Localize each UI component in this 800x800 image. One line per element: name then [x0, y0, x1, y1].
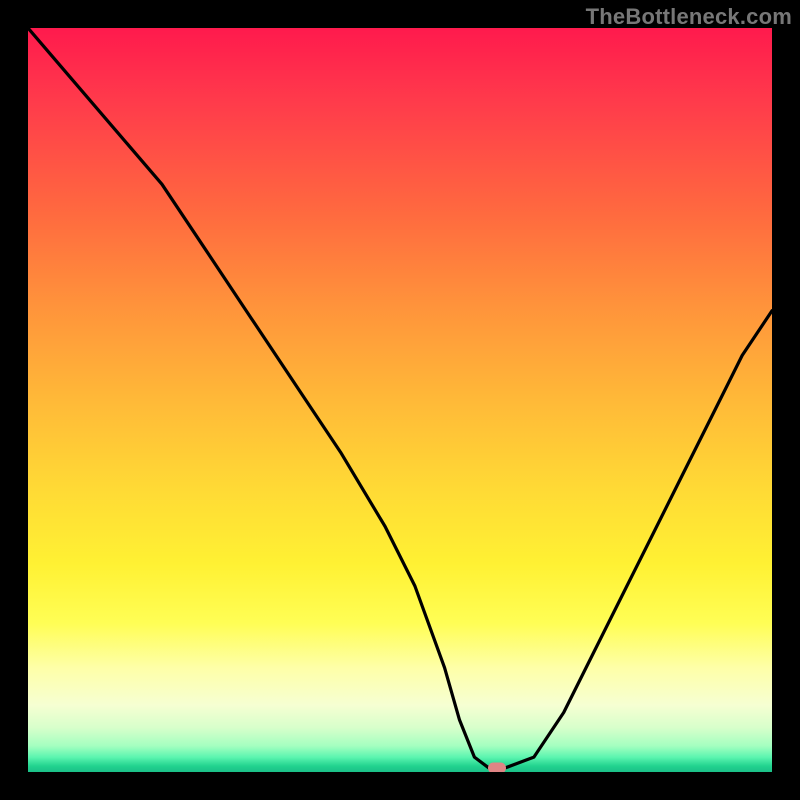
- plot-inner: [28, 28, 772, 772]
- minimum-marker: [488, 763, 506, 772]
- plot-area: [28, 28, 772, 772]
- bottleneck-curve: [28, 28, 772, 772]
- watermark-text: TheBottleneck.com: [586, 4, 792, 30]
- chart-frame: TheBottleneck.com: [0, 0, 800, 800]
